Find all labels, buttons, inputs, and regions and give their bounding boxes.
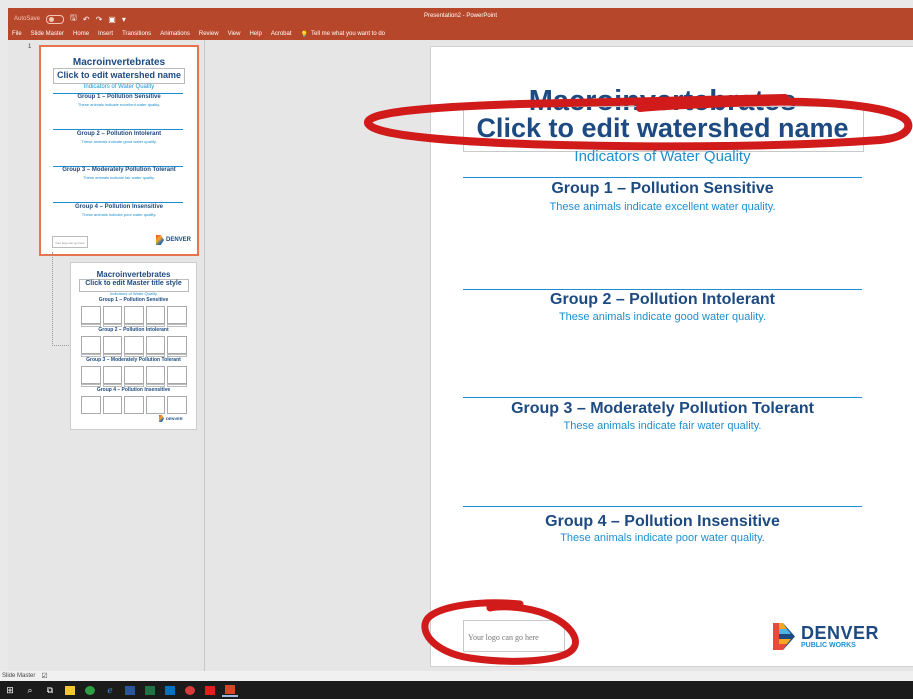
main-area: 1 Macroinvertebrates Click to edit water… — [8, 40, 913, 671]
thumb-group-desc: These animals indicate fair water qualit… — [83, 175, 155, 180]
thumb-group-desc: These animals indicate excellent water q… — [77, 102, 161, 107]
thumb-photo-row — [81, 396, 187, 414]
window-frame-left — [0, 0, 8, 699]
thumb-subtitle: Indicators of Water Quality — [83, 84, 155, 90]
excel-icon[interactable] — [142, 683, 158, 697]
layout-thumbnail[interactable]: Macroinvertebrates Click to edit Master … — [70, 262, 197, 430]
group-heading[interactable]: Group 3 – Moderately Pollution Tolerant — [431, 400, 894, 418]
title-bar: AutoSave 🖫 ↶ ↷ ▣ ▾ Presentation2 - Power… — [8, 8, 913, 28]
thumb-title: Macroinvertebrates — [96, 270, 171, 279]
tab-acrobat[interactable]: Acrobat — [271, 31, 292, 37]
group-heading[interactable]: Group 4 – Pollution Insensitive — [431, 513, 894, 531]
denver-public-works-logo: DENVER PUBLIC WORKS — [771, 621, 879, 652]
windows-start-icon[interactable]: ⊞ — [2, 683, 18, 697]
thumb-subtitle: Indicators of Water Quality — [110, 291, 157, 296]
tell-me-box[interactable]: 💡 Tell me what you want to do — [301, 31, 386, 38]
thumb-denver-logo: DENVER — [156, 235, 191, 245]
thumb-group-heading: Group 4 – Pollution Insensitive — [74, 204, 163, 210]
document-title: Presentation2 - PowerPoint — [423, 13, 498, 19]
thumb-logo-placeholder: Your logo can go here — [52, 236, 88, 248]
denver-mark-icon — [773, 623, 795, 650]
logo-placeholder[interactable]: Your logo can go here — [463, 620, 565, 652]
slide-canvas[interactable]: Macroinvertebrates Click to edit watersh… — [430, 46, 913, 667]
thumb-photo-row — [81, 336, 187, 354]
accessibility-icon[interactable]: ☑ — [41, 672, 47, 680]
tab-review[interactable]: Review — [199, 31, 219, 37]
powerpoint-icon[interactable] — [222, 683, 238, 697]
tab-animations[interactable]: Animations — [160, 31, 190, 37]
window-frame-top — [0, 0, 913, 8]
tab-transitions[interactable]: Transitions — [122, 31, 151, 37]
word-icon[interactable] — [122, 683, 138, 697]
thumb-group-desc: These animals indicate poor water qualit… — [81, 212, 157, 217]
tab-view[interactable]: View — [228, 31, 241, 37]
group-heading[interactable]: Group 1 – Pollution Sensitive — [431, 180, 894, 198]
tell-me-label: Tell me what you want to do — [310, 31, 386, 37]
group-divider — [463, 177, 862, 178]
denver-mark-icon — [159, 415, 164, 422]
acrobat-icon[interactable] — [202, 683, 218, 697]
tab-help[interactable]: Help — [249, 31, 261, 37]
tab-insert[interactable]: Insert — [98, 31, 113, 37]
group-description[interactable]: These animals indicate excellent water q… — [431, 201, 894, 213]
thumb-group-heading: Group 3 – Moderately Pollution Tolerant — [86, 357, 181, 363]
thumb-divider — [53, 129, 183, 130]
thumb-photo-row — [81, 366, 187, 384]
app-icon[interactable] — [182, 683, 198, 697]
group-heading[interactable]: Group 2 – Pollution Intolerant — [431, 291, 894, 309]
thumb-photo-row — [81, 306, 187, 324]
thumbnail-pane[interactable]: 1 Macroinvertebrates Click to edit water… — [8, 40, 205, 671]
thumb-group-heading: Group 1 – Pollution Sensitive — [98, 297, 169, 303]
thumb-brand: DENVER — [166, 237, 192, 243]
group-description[interactable]: These animals indicate good water qualit… — [431, 311, 894, 323]
thumb-denver-logo: DENVER — [159, 415, 183, 422]
thumb-group-heading: Group 1 – Pollution Sensitive — [77, 94, 161, 100]
ribbon-tabs: File Slide Master Home Insert Transition… — [8, 28, 913, 40]
tab-file[interactable]: File — [12, 31, 22, 37]
view-label: Slide Master — [2, 673, 36, 679]
thumb-group-heading: Group 2 – Pollution Intolerant — [76, 131, 162, 137]
thumbnail-number: 1 — [28, 44, 32, 50]
taskbar: ⊞ ⌕ ⧉ ℯ — [0, 681, 913, 699]
layout-connector — [52, 252, 71, 346]
group-divider — [463, 397, 862, 398]
denver-mark-icon — [156, 235, 164, 245]
group-description[interactable]: These animals indicate fair water qualit… — [431, 420, 894, 432]
thumb-title: Macroinvertebrates — [72, 57, 166, 68]
thumb-divider — [53, 202, 183, 203]
task-view-icon[interactable]: ⧉ — [42, 683, 58, 697]
outlook-icon[interactable] — [162, 683, 178, 697]
edge-icon[interactable]: ℯ — [102, 683, 118, 697]
slide-subtitle[interactable]: Indicators of Water Quality — [431, 148, 894, 165]
file-explorer-icon[interactable] — [62, 683, 78, 697]
thumb-group-heading: Group 3 – Moderately Pollution Tolerant — [62, 167, 176, 173]
thumb-group-desc: These animals indicate good water qualit… — [81, 139, 157, 144]
status-bar: Slide Master ☑ — [0, 671, 913, 681]
master-thumbnail[interactable]: Macroinvertebrates Click to edit watersh… — [39, 45, 199, 256]
brand-name: DENVER — [801, 622, 880, 643]
search-icon[interactable]: ⌕ — [22, 683, 38, 697]
group-divider — [463, 506, 862, 507]
tab-slide-master[interactable]: Slide Master — [31, 31, 64, 37]
thumb-master-title: Click to edit Master title style — [85, 280, 182, 287]
thumb-brand: DENVER — [166, 416, 183, 421]
thumb-watershed: Click to edit watershed name — [56, 70, 182, 80]
chrome-icon[interactable] — [82, 683, 98, 697]
tab-home[interactable]: Home — [73, 31, 89, 37]
thumb-group-heading: Group 2 – Pollution Intolerant — [98, 327, 169, 333]
group-description[interactable]: These animals indicate poor water qualit… — [431, 532, 894, 544]
thumb-group-heading: Group 4 – Pollution Insensitive — [96, 387, 171, 393]
brand-subtitle: PUBLIC WORKS — [801, 641, 856, 649]
lightbulb-icon: 💡 — [300, 31, 308, 38]
group-divider — [463, 289, 862, 290]
watershed-placeholder[interactable]: Click to edit watershed name — [431, 113, 894, 144]
